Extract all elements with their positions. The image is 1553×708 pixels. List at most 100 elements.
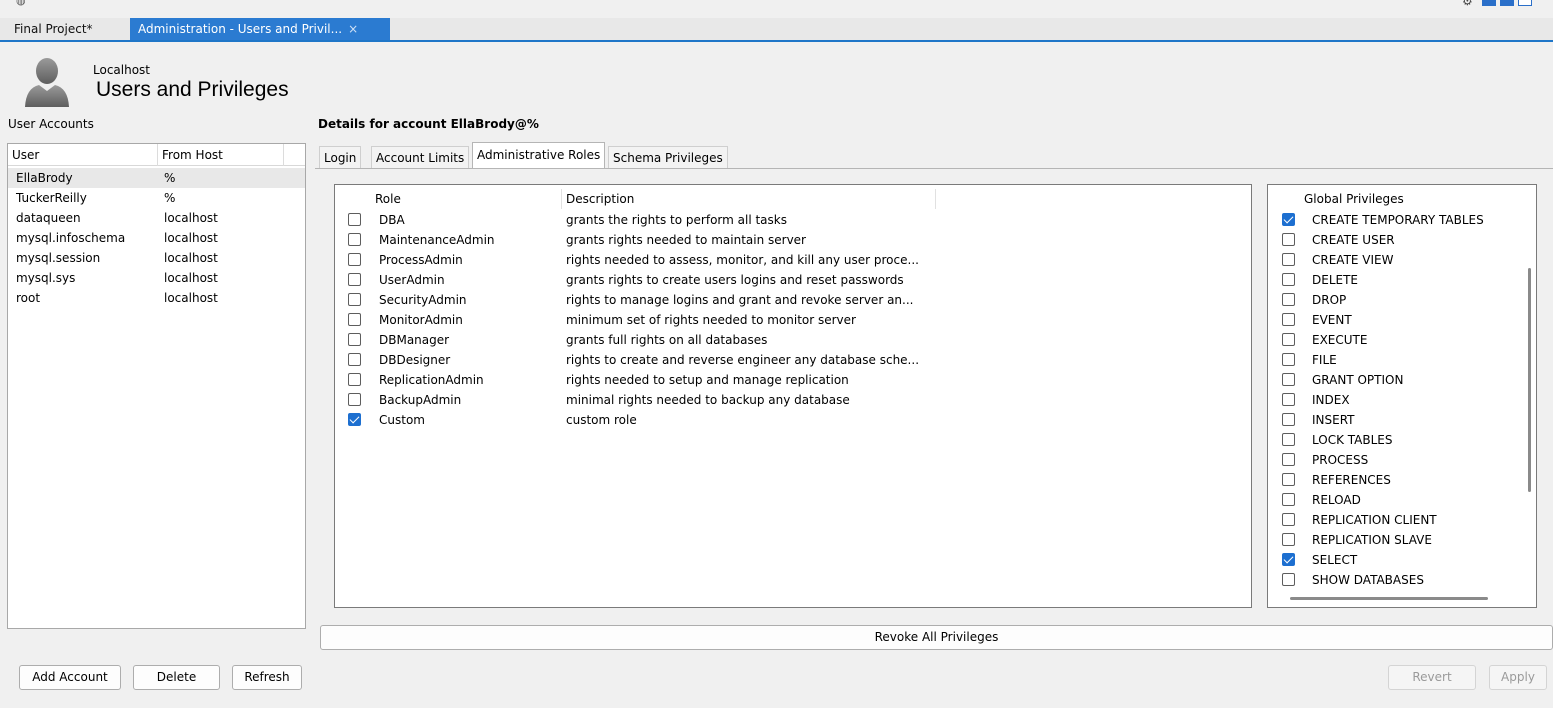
privilege-row[interactable]: SELECT [1268,550,1528,570]
privilege-checkbox-icon[interactable] [1282,353,1295,366]
privilege-row[interactable]: SHOW DATABASES [1268,570,1528,590]
tab-administration-users[interactable]: Administration - Users and Privil... × [130,18,390,40]
privilege-row[interactable]: RELOAD [1268,490,1528,510]
vertical-scrollbar[interactable] [1528,268,1531,492]
privilege-checkbox-icon[interactable] [1282,233,1295,246]
role-checkbox-icon[interactable] [348,233,361,246]
add-account-button[interactable]: Add Account [19,665,121,690]
tab-login[interactable]: Login [319,146,362,169]
role-row[interactable]: DBDesigner rights to create and reverse e… [335,350,1251,370]
privilege-name: PROCESS [1312,453,1369,467]
role-row[interactable]: DBManager grants full rights on all datab… [335,330,1251,350]
role-row[interactable]: ProcessAdmin rights needed to assess, mon… [335,250,1251,270]
table-row[interactable]: mysql.sys localhost [8,268,305,288]
privilege-row[interactable]: REPLICATION SLAVE [1268,530,1528,550]
from-host-cell: % [164,191,176,205]
privilege-row[interactable]: EVENT [1268,310,1528,330]
table-row[interactable]: dataqueen localhost [8,208,305,228]
privilege-checkbox-icon[interactable] [1282,213,1295,226]
revoke-all-privileges-button[interactable]: Revoke All Privileges [320,625,1553,650]
privilege-row[interactable]: REFERENCES [1268,470,1528,490]
privilege-row[interactable]: DROP [1268,290,1528,310]
revert-button[interactable]: Revert [1388,665,1476,690]
privilege-row[interactable]: PROCESS [1268,450,1528,470]
privilege-checkbox-icon[interactable] [1282,373,1295,386]
role-checkbox-icon[interactable] [348,353,361,366]
table-row[interactable]: TuckerReilly% [8,188,305,208]
column-header-from-host[interactable]: From Host [158,144,284,166]
tab-final-project[interactable]: Final Project* [6,18,101,40]
column-header-user[interactable]: User [8,144,158,166]
roles-table[interactable]: Role Description DBA grants the rights to… [334,184,1252,608]
layout-toggle-right-icon[interactable] [1518,0,1532,6]
column-header-description[interactable]: Description [562,189,936,209]
role-checkbox-icon[interactable] [348,253,361,266]
privilege-name: SELECT [1312,553,1358,567]
privilege-row[interactable]: FILE [1268,350,1528,370]
tab-account-limits[interactable]: Account Limits [371,146,470,169]
privilege-checkbox-icon[interactable] [1282,533,1295,546]
role-row[interactable]: Custom custom role [335,410,1251,430]
role-row[interactable]: BackupAdmin minimal rights needed to back… [335,390,1251,410]
privilege-row[interactable]: DELETE [1268,270,1528,290]
tab-schema-privileges[interactable]: Schema Privileges [608,146,728,169]
role-row[interactable]: SecurityAdmin rights to manage logins and… [335,290,1251,310]
table-row[interactable]: mysql.infoschema localhost [8,228,305,248]
table-row[interactable]: EllaBrody% [8,168,305,188]
role-checkbox-icon[interactable] [348,293,361,306]
close-icon[interactable]: × [348,22,358,36]
role-row[interactable]: MaintenanceAdmin grants rights needed to … [335,230,1251,250]
privilege-row[interactable]: INSERT [1268,410,1528,430]
privilege-checkbox-icon[interactable] [1282,253,1295,266]
privilege-checkbox-icon[interactable] [1282,553,1295,566]
table-row[interactable]: root localhost [8,288,305,308]
privilege-row[interactable]: CREATE TEMPORARY TABLES [1268,210,1528,230]
role-checkbox-icon[interactable] [348,313,361,326]
privilege-checkbox-icon[interactable] [1282,513,1295,526]
layout-toggle-bottom-icon[interactable] [1500,0,1514,6]
role-checkbox-icon[interactable] [348,373,361,386]
role-checkbox-icon[interactable] [348,413,361,426]
role-row[interactable]: UserAdmin grants rights to create users l… [335,270,1251,290]
role-row[interactable]: ReplicationAdmin rights needed to setup a… [335,370,1251,390]
role-checkbox-icon[interactable] [348,273,361,286]
horizontal-scrollbar[interactable] [1290,597,1488,600]
privilege-row[interactable]: GRANT OPTION [1268,370,1528,390]
privilege-row[interactable]: REPLICATION CLIENT [1268,510,1528,530]
privilege-row[interactable]: CREATE USER [1268,230,1528,250]
role-row[interactable]: DBA grants the rights to perform all task… [335,210,1251,230]
privilege-checkbox-icon[interactable] [1282,473,1295,486]
global-privileges-table[interactable]: Global Privileges CREATE TEMPORARY TABLE… [1267,184,1537,608]
privilege-checkbox-icon[interactable] [1282,293,1295,306]
role-checkbox-icon[interactable] [348,393,361,406]
privilege-checkbox-icon[interactable] [1282,313,1295,326]
user-accounts-table[interactable]: User From Host EllaBrody% TuckerReilly% da… [7,143,306,629]
privilege-checkbox-icon[interactable] [1282,493,1295,506]
privilege-checkbox-icon[interactable] [1282,573,1295,586]
privilege-row[interactable]: INDEX [1268,390,1528,410]
privilege-checkbox-icon[interactable] [1282,333,1295,346]
table-header: User From Host [8,144,305,166]
privilege-name: INSERT [1312,413,1355,427]
table-row[interactable]: mysql.session localhost [8,248,305,268]
column-header-role[interactable]: Role [371,189,562,209]
user-name-cell: root [16,291,41,305]
refresh-button[interactable]: Refresh [232,665,302,690]
privilege-row[interactable]: EXECUTE [1268,330,1528,350]
privilege-checkbox-icon[interactable] [1282,453,1295,466]
privilege-row[interactable]: LOCK TABLES [1268,430,1528,450]
tab-administrative-roles[interactable]: Administrative Roles [472,142,606,169]
privilege-checkbox-icon[interactable] [1282,273,1295,286]
delete-button[interactable]: Delete [133,665,220,690]
privilege-checkbox-icon[interactable] [1282,433,1295,446]
role-row[interactable]: MonitorAdmin minimum set of rights needed… [335,310,1251,330]
role-checkbox-icon[interactable] [348,333,361,346]
privilege-checkbox-icon[interactable] [1282,393,1295,406]
privilege-checkbox-icon[interactable] [1282,413,1295,426]
gear-icon[interactable]: ⚙ [1462,0,1473,8]
role-description: rights needed to setup and manage replic… [566,373,849,387]
layout-toggle-left-icon[interactable] [1482,0,1496,6]
role-checkbox-icon[interactable] [348,213,361,226]
apply-button[interactable]: Apply [1489,665,1547,690]
privilege-row[interactable]: CREATE VIEW [1268,250,1528,270]
